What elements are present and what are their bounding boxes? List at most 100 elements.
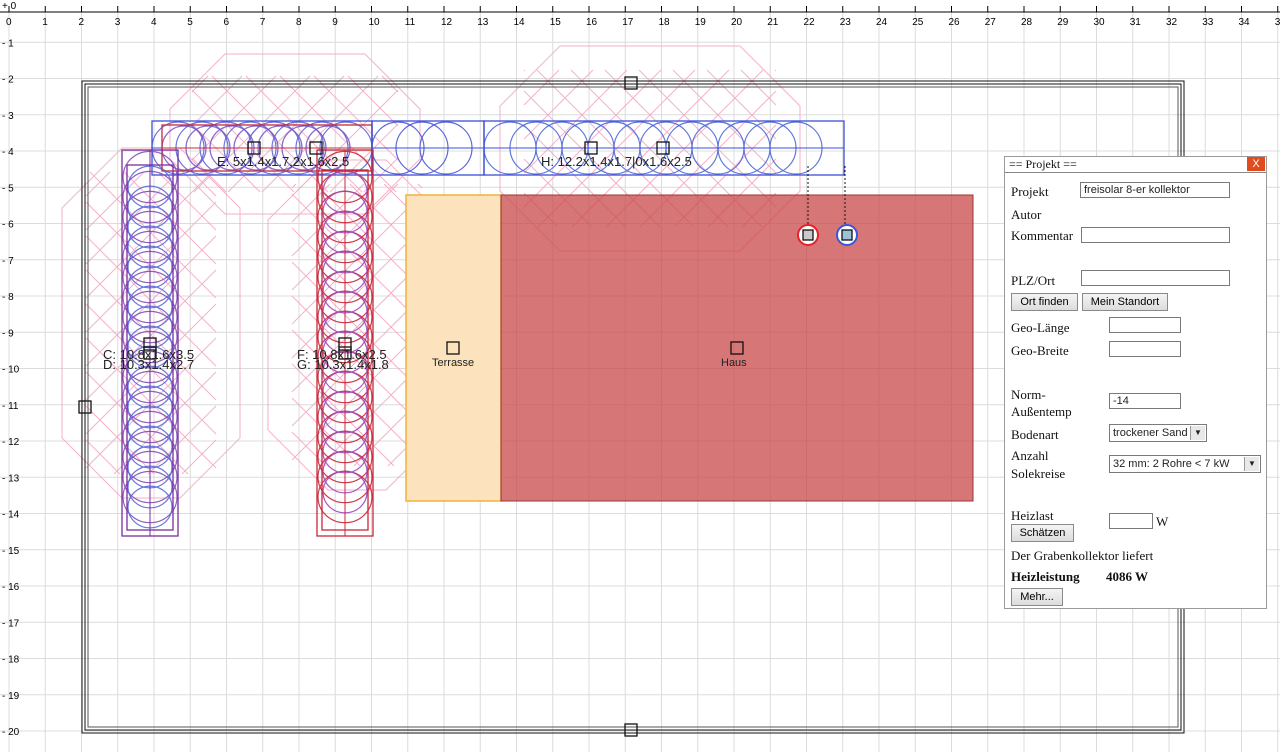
ruler-origin: + 0 bbox=[2, 1, 17, 12]
ruler-top-tick: 5 bbox=[187, 17, 193, 28]
schaetzen-button[interactable]: Schätzen bbox=[1011, 524, 1074, 542]
label-e: E: 5x1.4x1.7,2x1.6x2.5 bbox=[217, 154, 349, 169]
ruler-left-tick: - 9 bbox=[2, 328, 14, 339]
ruler-top-tick: 16 bbox=[586, 17, 598, 28]
ruler-left-tick: - 14 bbox=[2, 510, 20, 521]
solekreise-value: 32 mm: 2 Rohre < 7 kW bbox=[1113, 458, 1230, 470]
ruler-top-tick: 23 bbox=[840, 17, 852, 28]
ruler-left-tick: - 15 bbox=[2, 546, 20, 557]
ruler-top-tick: 0 bbox=[6, 17, 12, 28]
projekt-label: Projekt bbox=[1011, 184, 1049, 199]
chevron-down-icon: ▼ bbox=[1244, 457, 1259, 471]
ruler-left-tick: - 10 bbox=[2, 365, 20, 376]
ruler-left-tick: - 7 bbox=[2, 256, 14, 267]
return-marker[interactable] bbox=[836, 224, 858, 246]
ruler-left-tick: - 11 bbox=[2, 401, 19, 412]
solekreise-label-2: Solekreise bbox=[1011, 466, 1066, 481]
solekreise-label-1: Anzahl bbox=[1011, 448, 1049, 463]
ruler-top-tick: 17 bbox=[622, 17, 634, 28]
ruler-left-tick: - 1 bbox=[2, 38, 14, 49]
ruler-top-tick: 26 bbox=[949, 17, 961, 28]
ruler-top-tick: 9 bbox=[332, 17, 338, 28]
ruler-top-tick: 35 bbox=[1275, 17, 1280, 28]
liefert-text: Der Grabenkollektor liefert bbox=[1011, 548, 1154, 563]
ruler-top-tick: 3 bbox=[115, 17, 121, 28]
heizleistung-label: Heizleistung bbox=[1011, 569, 1080, 584]
ruler-top-tick: 30 bbox=[1094, 17, 1106, 28]
bodenart-select[interactable]: trockener Sand ▼ bbox=[1109, 424, 1207, 442]
close-button[interactable]: X bbox=[1247, 157, 1265, 171]
ruler-top-tick: 12 bbox=[441, 17, 453, 28]
ruler-top-tick: 6 bbox=[224, 17, 230, 28]
autor-label: Autor bbox=[1011, 207, 1042, 222]
norm-label-2: Außentemp bbox=[1011, 404, 1072, 419]
panel-title: == Projekt == bbox=[1009, 157, 1077, 171]
ruler-left-tick: - 6 bbox=[2, 220, 14, 231]
ruler-top-tick: 31 bbox=[1130, 17, 1142, 28]
ruler-top-tick: 25 bbox=[912, 17, 924, 28]
ruler-top-tick: 7 bbox=[260, 17, 266, 28]
ruler-left-tick: - 19 bbox=[2, 691, 20, 702]
ruler-top-tick: 34 bbox=[1239, 17, 1251, 28]
geo-breite-label: Geo-Breite bbox=[1011, 343, 1069, 358]
bodenart-label: Bodenart bbox=[1011, 427, 1059, 442]
ruler-left-tick: - 3 bbox=[2, 111, 14, 122]
kommentar-input[interactable] bbox=[1081, 227, 1230, 243]
ruler-left-tick: - 12 bbox=[2, 437, 20, 448]
kommentar-label: Kommentar bbox=[1011, 228, 1074, 243]
plz-label: PLZ/Ort bbox=[1011, 273, 1056, 288]
ruler-top-tick: 29 bbox=[1057, 17, 1069, 28]
supply-marker[interactable] bbox=[797, 224, 819, 246]
geo-laenge-input[interactable] bbox=[1109, 317, 1181, 333]
ruler-top-tick: 14 bbox=[514, 17, 526, 28]
haus-area[interactable] bbox=[500, 194, 974, 502]
bodenart-value: trockener Sand bbox=[1113, 427, 1188, 439]
panel-titlebar[interactable]: == Projekt == X bbox=[1005, 157, 1266, 173]
heizlast-label: Heizlast bbox=[1011, 508, 1054, 523]
ruler-top-tick: 8 bbox=[296, 17, 302, 28]
heizleistung-value: 4086 W bbox=[1106, 569, 1149, 584]
ruler-left-tick: - 18 bbox=[2, 655, 20, 666]
terrasse-area[interactable] bbox=[405, 194, 502, 502]
ruler-top-tick: 27 bbox=[985, 17, 997, 28]
ruler-top-tick: 32 bbox=[1166, 17, 1178, 28]
label-haus: Haus bbox=[721, 357, 747, 369]
heizlast-input[interactable] bbox=[1109, 513, 1153, 529]
ruler-top-tick: 22 bbox=[804, 17, 816, 28]
plz-input[interactable] bbox=[1081, 270, 1230, 286]
project-panel: == Projekt == X Projekt freisolar 8-er k… bbox=[1004, 156, 1267, 609]
label-d: D: 10.3x1.4x2.7 bbox=[103, 357, 194, 372]
mein-standort-button[interactable]: Mein Standort bbox=[1082, 293, 1168, 311]
ruler-left-tick: - 2 bbox=[2, 75, 14, 86]
ruler-left: - 1 - 2 - 3 - 4 - 5 - 6 - 7 - 8 - 9 - 10 - 11 - 12 -… bbox=[2, 1, 20, 738]
ruler-top-tick: 20 bbox=[731, 17, 743, 28]
ruler-top-tick: 11 bbox=[405, 17, 416, 28]
ruler-top-tick: 33 bbox=[1202, 17, 1214, 28]
ruler-top-tick: 18 bbox=[659, 17, 671, 28]
ruler-top-tick: 13 bbox=[477, 17, 489, 28]
ruler-top-tick: 2 bbox=[79, 17, 85, 28]
ruler-top-tick: 28 bbox=[1021, 17, 1033, 28]
ruler-left-tick: - 17 bbox=[2, 618, 20, 629]
projekt-input[interactable]: freisolar 8-er kollektor bbox=[1080, 182, 1230, 198]
ruler-top-tick: 15 bbox=[550, 17, 562, 28]
ruler-left-tick: - 20 bbox=[2, 727, 20, 738]
geo-laenge-label: Geo-Länge bbox=[1011, 320, 1070, 335]
ruler-left-tick: - 4 bbox=[2, 147, 14, 158]
ruler-left-tick: - 8 bbox=[2, 292, 14, 303]
label-g: G: 10.3x1.4x1.8 bbox=[297, 357, 389, 372]
ruler-top: 0 1 2 3 4 5 6 7 8 9 10 11 12 13 14 15 16 17 18 19 20 21 22 23 24… bbox=[0, 6, 1280, 28]
norm-temp-input[interactable]: -14 bbox=[1109, 393, 1181, 409]
geo-breite-input[interactable] bbox=[1109, 341, 1181, 357]
chevron-down-icon: ▼ bbox=[1190, 426, 1205, 440]
ruler-left-tick: - 13 bbox=[2, 473, 20, 484]
ruler-left-tick: - 5 bbox=[2, 183, 14, 194]
ruler-top-tick: 1 bbox=[42, 17, 48, 28]
ruler-top-tick: 21 bbox=[767, 17, 779, 28]
ruler-top-tick: 24 bbox=[876, 17, 888, 28]
ort-finden-button[interactable]: Ort finden bbox=[1011, 293, 1078, 311]
mehr-button[interactable]: Mehr... bbox=[1011, 588, 1063, 606]
solekreise-select[interactable]: 32 mm: 2 Rohre < 7 kW ▼ bbox=[1109, 455, 1261, 473]
ruler-top-tick: 10 bbox=[369, 17, 381, 28]
heizlast-unit: W bbox=[1156, 514, 1169, 529]
